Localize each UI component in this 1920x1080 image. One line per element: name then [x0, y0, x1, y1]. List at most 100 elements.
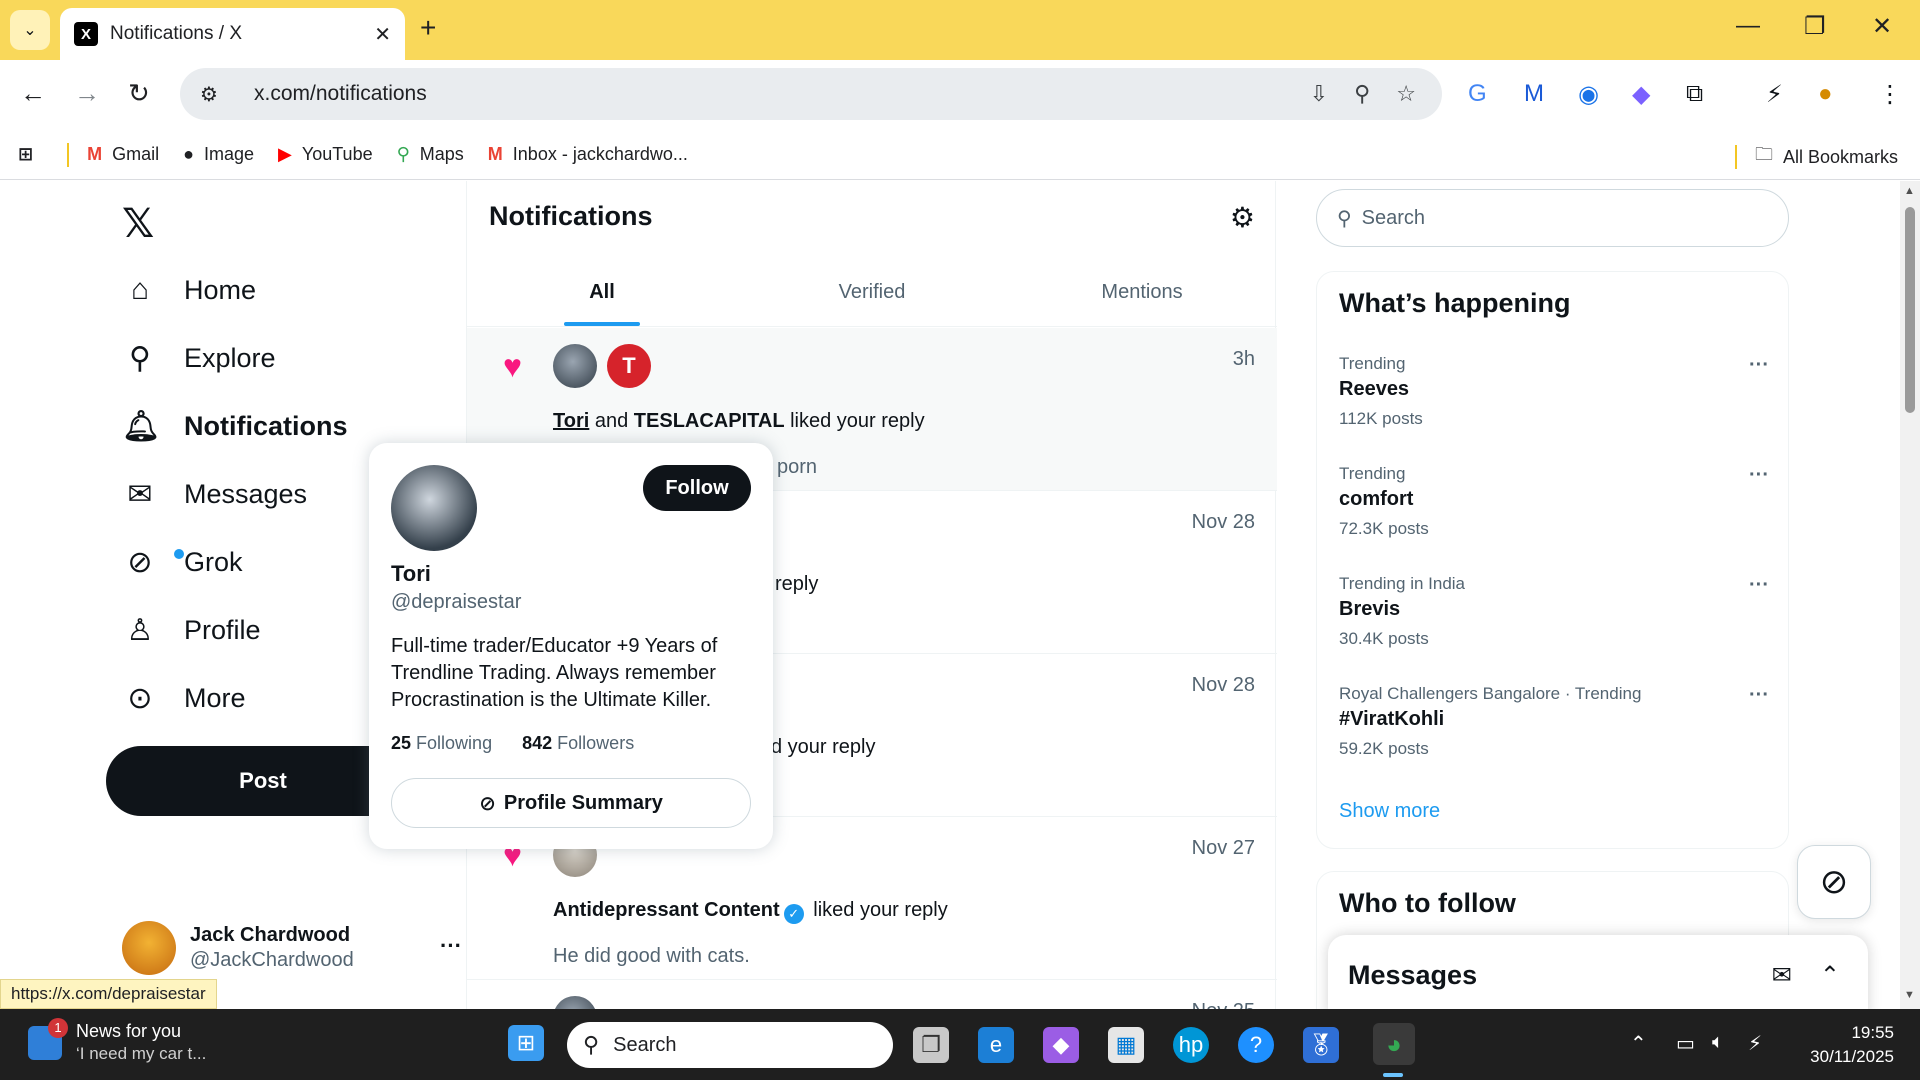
- trend-item[interactable]: Trending comfort 72.3K posts ···: [1339, 464, 1769, 539]
- x-favicon-icon: X: [74, 22, 98, 46]
- nav-messages[interactable]: ✉ Messages: [122, 477, 307, 512]
- avatar[interactable]: [391, 465, 477, 551]
- scrollbar-thumb[interactable]: [1905, 207, 1915, 413]
- following-link[interactable]: 25 Following: [391, 733, 492, 753]
- new-message-icon[interactable]: ✉: [1772, 961, 1792, 990]
- restore-icon[interactable]: ❐: [1804, 12, 1826, 41]
- malwarebytes-extension-icon[interactable]: M: [1524, 80, 1544, 108]
- help-icon[interactable]: ?: [1238, 1027, 1274, 1063]
- volume-icon[interactable]: 🔈︎: [1712, 1031, 1724, 1054]
- avatar[interactable]: T: [607, 344, 651, 388]
- nav-grok[interactable]: ⊘ Grok: [122, 545, 242, 580]
- news-widget[interactable]: 1 News for you ‘I need my car t...: [28, 1017, 206, 1064]
- messages-drawer[interactable]: Messages ✉ ⌃: [1328, 935, 1868, 1009]
- scroll-up-icon[interactable]: ▲: [1904, 185, 1915, 197]
- nav-explore[interactable]: ⚲ Explore: [122, 341, 276, 376]
- actor-link[interactable]: Antidepressant Content: [553, 899, 780, 921]
- extensions-puzzle-icon[interactable]: ⧉: [1686, 80, 1703, 108]
- new-tab-button[interactable]: +: [420, 12, 436, 44]
- status-bar-url: https://x.com/depraisestar: [0, 979, 217, 1009]
- battery-icon[interactable]: ⚡: [1748, 1031, 1762, 1056]
- bookmarks-bar: ⊞ M Gmail ● Image ▶ YouTube ⚲ Maps M Inbox - …: [0, 130, 1920, 180]
- bookmark-inbox[interactable]: M Inbox - jackchardwo...: [488, 144, 688, 165]
- extension-circle-icon[interactable]: ◉: [1578, 80, 1599, 109]
- edge-icon[interactable]: e: [978, 1027, 1014, 1063]
- minimize-icon[interactable]: —: [1736, 12, 1760, 40]
- all-bookmarks[interactable]: 🗀 All Bookmarks: [1734, 142, 1898, 172]
- menu-kebab-icon[interactable]: ⋮: [1878, 80, 1902, 109]
- tab-all[interactable]: All: [467, 259, 737, 326]
- forward-icon[interactable]: →: [74, 78, 100, 109]
- nav-notifications[interactable]: 🔔︎ Notifications: [122, 409, 348, 444]
- apps-grid-icon[interactable]: ⊞: [18, 144, 43, 165]
- nav-more[interactable]: ⊙ More: [122, 681, 245, 716]
- search-input[interactable]: ⚲ Search: [1316, 189, 1789, 247]
- hp-icon[interactable]: hp: [1173, 1027, 1209, 1063]
- taskbar-search[interactable]: ⚲ Search: [567, 1022, 893, 1068]
- medal-icon[interactable]: 🏅︎: [1303, 1027, 1339, 1063]
- nav-profile[interactable]: ♙ Profile: [122, 613, 261, 648]
- expand-up-icon[interactable]: ⌃: [1820, 961, 1840, 990]
- scroll-down-icon[interactable]: ▼: [1904, 989, 1915, 1001]
- gear-icon[interactable]: ⚙: [1230, 201, 1255, 234]
- chevron-up-icon[interactable]: ⌃: [1630, 1031, 1647, 1056]
- url-text[interactable]: x.com/notifications: [254, 82, 1310, 106]
- grok-float-button[interactable]: ⊘: [1797, 845, 1871, 919]
- taskbar-clock[interactable]: 19:55 30/11/2025: [1810, 1021, 1894, 1069]
- tab-search-button[interactable]: ⌄: [10, 10, 50, 50]
- show-more-link[interactable]: Show more: [1339, 800, 1440, 823]
- tab-verified[interactable]: Verified: [737, 259, 1007, 326]
- account-switcher[interactable]: Jack Chardwood @JackChardwood ···: [122, 921, 462, 975]
- reload-icon[interactable]: ↻: [128, 78, 150, 109]
- more-dots-icon[interactable]: ···: [1749, 354, 1769, 377]
- bookmark-star-icon[interactable]: ☆: [1396, 81, 1416, 107]
- back-icon[interactable]: ←: [20, 78, 46, 109]
- profile-summary-button[interactable]: ⊘ Profile Summary: [391, 778, 751, 828]
- windows-start-icon[interactable]: ⊞: [508, 1025, 544, 1061]
- bookmark-maps[interactable]: ⚲ Maps: [397, 144, 464, 165]
- trend-item[interactable]: Royal Challengers Bangalore · Trending #…: [1339, 684, 1769, 759]
- avatar[interactable]: [553, 344, 597, 388]
- store-icon[interactable]: ▦: [1108, 1027, 1144, 1063]
- extension-gem-icon[interactable]: ◆: [1632, 80, 1650, 109]
- trend-item[interactable]: Trending in India Brevis 30.4K posts ···: [1339, 574, 1769, 649]
- profile-avatar-icon[interactable]: ●: [1818, 80, 1833, 108]
- chrome-icon[interactable]: ◕: [1373, 1023, 1415, 1065]
- x-logo-icon[interactable]: 𝕏: [122, 201, 154, 247]
- bookmark-youtube[interactable]: ▶ YouTube: [278, 144, 373, 165]
- actor-link[interactable]: TESLACAPITAL: [634, 410, 785, 432]
- bookmark-gmail[interactable]: M Gmail: [87, 144, 159, 165]
- follow-button[interactable]: Follow: [643, 465, 751, 511]
- zoom-icon[interactable]: ⚲: [1354, 81, 1370, 107]
- timestamp: Nov 28: [1191, 674, 1255, 696]
- browser-tab[interactable]: X Notifications / X ✕: [60, 8, 405, 60]
- followers-link[interactable]: 842 Followers: [522, 733, 634, 753]
- profile-stats: 25 Following 842 Followers: [391, 733, 634, 754]
- omnibox[interactable]: ⚙ x.com/notifications ⇩ ⚲ ☆: [180, 68, 1442, 120]
- tab-mentions[interactable]: Mentions: [1007, 259, 1277, 326]
- site-info-icon[interactable]: ⚙: [200, 82, 232, 107]
- page-scrollbar[interactable]: ▲ ▼: [1900, 181, 1920, 1009]
- list-item[interactable]: Nov 25: [467, 980, 1277, 1009]
- profile-name[interactable]: Tori: [391, 561, 431, 587]
- close-window-icon[interactable]: ✕: [1872, 12, 1892, 41]
- nav-home[interactable]: ⌂ Home: [122, 273, 256, 307]
- network-icon[interactable]: ▭: [1676, 1031, 1695, 1056]
- task-view-icon[interactable]: ❐: [913, 1027, 949, 1063]
- avatar[interactable]: [553, 996, 597, 1009]
- copilot-icon[interactable]: ◆: [1043, 1027, 1079, 1063]
- trend-item[interactable]: Trending Reeves 112K posts ···: [1339, 354, 1769, 429]
- more-dots-icon[interactable]: ···: [1749, 574, 1769, 597]
- more-dots-icon[interactable]: ···: [440, 933, 462, 959]
- more-dots-icon[interactable]: ···: [1749, 684, 1769, 707]
- profile-handle[interactable]: @depraisestar: [391, 591, 521, 614]
- more-dots-icon[interactable]: ···: [1749, 464, 1769, 487]
- performance-icon[interactable]: ⚡: [1766, 80, 1783, 109]
- panel-title: Who to follow: [1339, 888, 1516, 918]
- profile-hover-card: Follow Tori @depraisestar Full-time trad…: [369, 443, 773, 849]
- translate-extension-icon[interactable]: G: [1468, 80, 1487, 108]
- actor-link[interactable]: Tori: [553, 410, 589, 432]
- close-tab-icon[interactable]: ✕: [374, 22, 391, 47]
- bookmark-image[interactable]: ● Image: [183, 144, 254, 165]
- install-app-icon[interactable]: ⇩: [1310, 81, 1328, 107]
